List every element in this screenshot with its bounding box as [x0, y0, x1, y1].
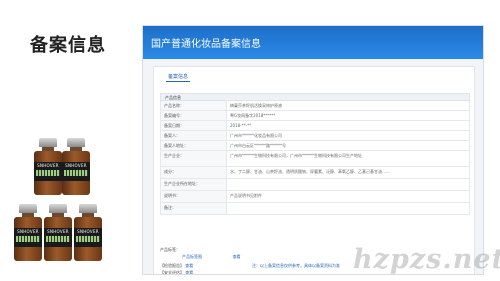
bottle: SNHOVER	[62, 138, 90, 195]
section-header: 产品信息	[160, 93, 470, 101]
table-row: 备案人地址： 广州市白云区******路******号	[160, 141, 470, 151]
table-row: 成分： 水、丁二醇、甘油、山茶籽油、透明质酸钠、尿囊素、泛醇、苯氧乙醇、乙基己基甘…	[160, 167, 470, 179]
inspection-report-link[interactable]: 查看	[185, 263, 193, 268]
bottle: SNHOVER	[44, 204, 72, 261]
table-row: 备案日期： 2018-**-**	[160, 121, 470, 131]
attachment-view-link[interactable]: 查看	[233, 254, 241, 259]
table-row: 说明书： 产品说明书见附件	[160, 191, 470, 203]
tab-registration-info[interactable]: 备案信息	[168, 73, 188, 80]
info-table: 产品名称： 绮蔓莎茶籽肌活焕采修护原液 备案编号： 粤G妆网备字2018******…	[160, 101, 470, 215]
registration-info-screenshot: 国产普通化妆品备案信息 备案信息 产品信息 产品名称： 绮蔓莎茶籽肌活焕采修护原液…	[142, 25, 484, 275]
tab-underline	[166, 81, 190, 82]
panel-title: 国产普通化妆品备案信息	[151, 39, 261, 50]
bottle: SNHOVER	[14, 204, 42, 261]
bottle: SNHOVER	[34, 138, 62, 195]
inspection-report-row: 【检验报告】 查看	[160, 263, 194, 268]
table-row: 产品名称： 绮蔓莎茶籽肌活焕采修护原液	[160, 101, 470, 111]
product-bottles-image: SNHOVER SNHOVER SNHOVER SNHOVER SNHOVER	[8, 138, 123, 274]
safety-assessment-link[interactable]: 查看	[185, 270, 193, 274]
attachment-link[interactable]: 产品标签图	[182, 254, 202, 259]
table-row: 备注：	[160, 203, 470, 215]
footer-note: 注：以上备案信息仅供参考，具体以备案资料为准	[252, 263, 340, 268]
table-row: 生产企业： 广州市******生物科技有限公司，广州市******生物科技有限公司…	[160, 151, 470, 167]
table-row: 备案编号： 粤G妆网备字2018******	[160, 111, 470, 121]
watermark: hzpzs.net	[353, 244, 500, 275]
slide-title: 备案信息	[30, 35, 106, 56]
table-row: 备案人： 广州市******化妆品有限公司	[160, 131, 470, 141]
safety-assessment-row: 【安全评估】 查看	[160, 270, 194, 275]
attachment-row: 产品标签图 查看	[182, 254, 241, 260]
bottle: SNHOVER	[74, 204, 102, 261]
table-row: 生产企业所在地址：	[160, 179, 470, 191]
attachments-label: 产品标签：	[160, 247, 180, 252]
panel-header: 国产普通化妆品备案信息	[143, 26, 483, 59]
